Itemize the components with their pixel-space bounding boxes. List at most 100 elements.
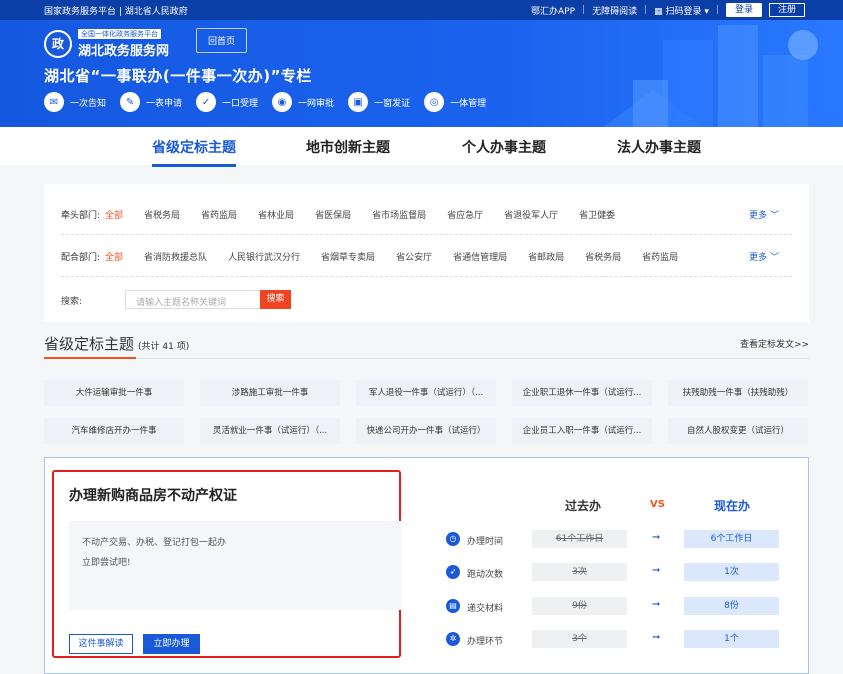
filter-option[interactable]: 全部: [105, 250, 123, 263]
filter-option[interactable]: 省林业局: [258, 208, 294, 221]
now-value: 1个: [684, 630, 779, 648]
topic-item[interactable]: 自然人股权变更（试运行）: [668, 418, 808, 444]
past-value: 9份: [532, 597, 627, 615]
arrow-icon: ➞: [652, 565, 661, 576]
filter-option[interactable]: 省税务局: [585, 250, 621, 263]
filter-option[interactable]: 省医保局: [315, 208, 351, 221]
filter-option[interactable]: 省药监局: [642, 250, 678, 263]
scan-login-link[interactable]: ▦ 扫码登录 ▾: [654, 4, 709, 17]
lead-more-button[interactable]: 更多 ﹀: [749, 208, 779, 221]
filter-option[interactable]: 省卫健委: [579, 208, 615, 221]
desc-line-2: 立即尝试吧!: [82, 558, 131, 568]
tab-city[interactable]: 地市创新主题: [306, 137, 390, 157]
filter-option[interactable]: 省市场监督局: [372, 208, 426, 221]
top-bar: 国家政务服务平台 | 湖北省人民政府 鄂汇办APP | 无障碍阅读 | ▦ 扫码登录…: [0, 0, 843, 20]
section-count: (共计 41 项): [138, 342, 190, 352]
topic-item[interactable]: 大件运输审批一件事: [44, 380, 184, 406]
filter-option[interactable]: 全部: [105, 208, 123, 221]
view-docs-link[interactable]: 查看定标发文>>: [740, 337, 809, 350]
search-input[interactable]: 请输入主题名称关键词: [125, 290, 262, 309]
filter-option[interactable]: 人民银行武汉分行: [228, 250, 300, 263]
hero-banner: 政 全国一体化政务服务平台 湖北政务服务网 回首页 湖北省“一事联办(一件事一次…: [0, 20, 843, 127]
section-rule: [136, 358, 809, 359]
accept-icon: ✓: [196, 92, 217, 112]
filter-option[interactable]: 省烟草专卖局: [321, 250, 375, 263]
cert-icon: ▣: [348, 92, 369, 112]
topic-item[interactable]: 扶残助残一件事（扶残助残）: [668, 380, 808, 406]
filter-option[interactable]: 省公安厅: [396, 250, 432, 263]
site-logo[interactable]: 政 全国一体化政务服务平台 湖北政务服务网: [44, 28, 169, 59]
form-icon: ✎: [120, 92, 141, 112]
topic-item[interactable]: 快递公司开办一件事（试运行）: [356, 418, 496, 444]
compare-row: ▤ 递交材料 9份 ➞ 8份: [443, 597, 788, 617]
scan-login-label: 扫码登录: [665, 6, 702, 17]
filter-option[interactable]: 省应急厅: [447, 208, 483, 221]
logo-title: 湖北政务服务网: [78, 44, 170, 59]
filter-panel: 牵头部门: 全部 省税务局 省药监局 省林业局 省医保局 省市场监督局 省应急厅 省退役军人厅省…: [44, 184, 809, 322]
featured-title: 办理新购商品房不动产权证: [69, 488, 237, 504]
topic-item[interactable]: 涉路施工审批一件事: [200, 380, 340, 406]
tab-personal[interactable]: 个人办事主题: [462, 137, 546, 157]
topic-item[interactable]: 灵活就业一件事（试运行）（...: [200, 418, 340, 444]
feature-label: 一体管理: [450, 98, 487, 109]
topic-item[interactable]: 汽车维修店开办一件事: [44, 418, 184, 444]
divider: [61, 234, 792, 235]
register-button[interactable]: 注册: [768, 3, 805, 17]
topic-item[interactable]: 军人退役一件事（试运行）（...: [356, 380, 496, 406]
feature-label: 一窗发证: [374, 98, 411, 109]
feature-3[interactable]: ✓ 一口受理: [196, 92, 258, 112]
tab-provincial[interactable]: 省级定标主题: [152, 137, 236, 167]
search-label: 搜索:: [61, 297, 83, 307]
feature-6[interactable]: ◎ 一体管理: [424, 92, 486, 112]
topic-item[interactable]: 企业职工退休一件事（试运行...: [512, 380, 652, 406]
divider: [61, 276, 792, 277]
page-title: 湖北省“一事联办(一件事一次办)”专栏: [44, 67, 312, 85]
search-button[interactable]: 搜索: [260, 290, 291, 309]
doc-icon: ▤: [446, 599, 460, 613]
compare-row: ➶ 跑动次数 3次 ➞ 1次: [443, 563, 788, 583]
filter-option[interactable]: 省邮政局: [528, 250, 564, 263]
gov-links[interactable]: 国家政务服务平台 | 湖北省人民政府: [44, 4, 188, 17]
feature-2[interactable]: ✎ 一表申请: [120, 92, 182, 112]
notice-icon: ✉: [44, 92, 64, 112]
featured-item: 办理新购商品房不动产权证 不动产交易、办税、登记打包一起办 立即尝试吧! 这件事…: [52, 470, 401, 658]
feature-label: 一网审批: [298, 98, 335, 109]
tab-legal[interactable]: 法人办事主题: [617, 137, 701, 157]
now-value: 6个工作日: [684, 530, 779, 548]
explain-button[interactable]: 这件事解读: [69, 634, 133, 654]
arrow-icon: ➞: [652, 532, 661, 543]
accessibility-link[interactable]: 无障碍阅读: [592, 4, 637, 17]
topic-item[interactable]: 企业员工入职一件事（试运行...: [512, 418, 652, 444]
feature-1[interactable]: ✉ 一次告知: [44, 92, 106, 112]
filter-option[interactable]: 省药监局: [201, 208, 237, 221]
clock-icon: ◷: [446, 532, 460, 546]
app-link[interactable]: 鄂汇办APP: [531, 4, 575, 17]
coop-more-button[interactable]: 更多 ﹀: [749, 250, 779, 263]
vs-label: VS: [650, 499, 665, 510]
feature-5[interactable]: ▣ 一窗发证: [348, 92, 410, 112]
now-value: 1次: [684, 563, 779, 581]
featured-description: 不动产交易、办税、登记打包一起办 立即尝试吧!: [69, 521, 401, 610]
past-value: 3次: [532, 563, 627, 581]
lead-more-label: 更多: [749, 211, 768, 221]
filter-option[interactable]: 省通信管理局: [453, 250, 507, 263]
arrow-icon: ➞: [652, 632, 661, 643]
step-icon: ✲: [446, 632, 460, 646]
filter-option[interactable]: 省退役军人厅: [504, 208, 558, 221]
filter-option[interactable]: 省税务局: [144, 208, 180, 221]
metric-name: 办理环节: [467, 637, 504, 647]
now-header: 现在办: [714, 499, 751, 513]
feature-4[interactable]: ◉ 一网审批: [272, 92, 334, 112]
home-button[interactable]: 回首页: [196, 28, 248, 53]
desc-line-1: 不动产交易、办税、登记打包一起办: [82, 538, 227, 548]
past-header: 过去办: [565, 499, 602, 513]
coop-dept-label: 配合部门:: [61, 253, 101, 263]
apply-now-button[interactable]: 立即办理: [143, 634, 200, 654]
login-button[interactable]: 登录: [725, 3, 762, 17]
filter-option[interactable]: 省消防救援总队: [144, 250, 207, 263]
theme-tabs: 省级定标主题 地市创新主题 个人办事主题 法人办事主题: [0, 127, 843, 167]
metric-name: 跑动次数: [467, 570, 504, 580]
review-icon: ◉: [272, 92, 293, 112]
metric-name: 递交材料: [467, 604, 504, 614]
manage-icon: ◎: [424, 92, 445, 112]
